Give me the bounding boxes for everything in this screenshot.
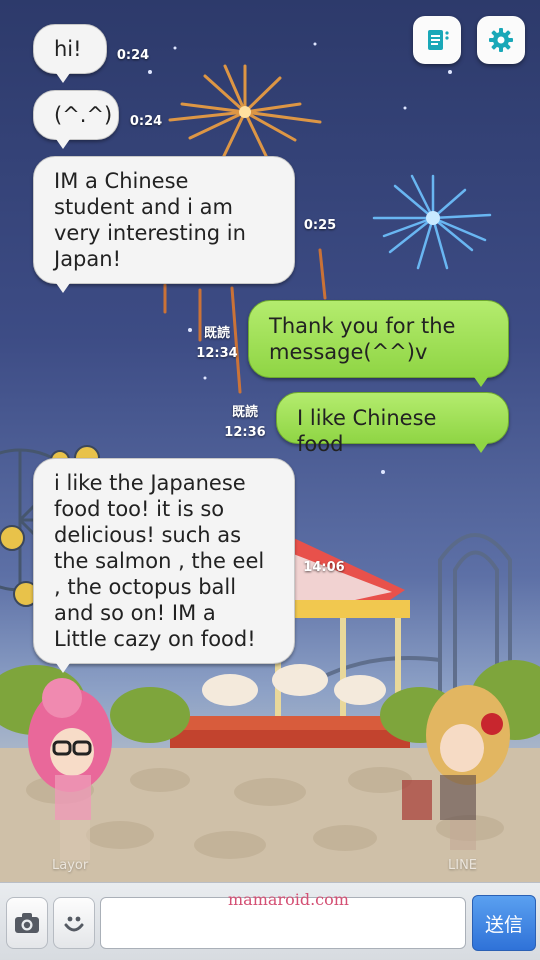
notes-button[interactable] — [413, 16, 461, 64]
message-bubble-incoming[interactable]: IM a Chinese student and i am very inter… — [33, 156, 295, 293]
message-bubble-outgoing[interactable]: Thank you for the message(^^)v — [248, 300, 509, 387]
smiley-icon — [64, 916, 84, 932]
message-time: 14:06 — [303, 560, 345, 575]
gear-icon — [489, 28, 513, 52]
message-bubble-incoming[interactable]: i like the Japanese food too! it is so d… — [33, 458, 295, 673]
message-text: Thank you for the message(^^)v — [269, 314, 456, 364]
avatar-left[interactable] — [25, 680, 120, 865]
settings-button[interactable] — [477, 16, 525, 64]
message-time: 0:24 — [129, 114, 163, 129]
watermark: mamaroid.com — [228, 890, 349, 909]
message-time: 0:24 — [116, 48, 150, 63]
message-bubble-incoming[interactable]: (^.^) — [33, 90, 119, 149]
notes-icon — [428, 30, 449, 50]
camera-button[interactable] — [6, 897, 48, 949]
message-text: I like Chinese food — [297, 406, 437, 456]
message-time: 12:34 — [196, 346, 238, 361]
read-receipt: 既読 12:36 — [220, 403, 270, 443]
avatar-name-left: Layor — [52, 858, 89, 873]
read-receipt: 既読 12:34 — [192, 324, 242, 364]
message-text: hi! — [54, 37, 82, 61]
message-text: i like the Japanese food too! it is so d… — [54, 471, 265, 651]
message-bubble-outgoing[interactable]: I like Chinese food — [276, 392, 509, 456]
read-label: 既読 — [203, 326, 230, 341]
send-button[interactable]: 送信 — [472, 895, 536, 951]
message-text: (^.^) — [54, 103, 113, 127]
message-time: 12:36 — [224, 425, 266, 440]
read-label: 既読 — [231, 405, 258, 420]
avatar-name-right: LINE — [448, 858, 478, 873]
camera-icon — [15, 913, 39, 933]
message-text: IM a Chinese student and i am very inter… — [54, 169, 246, 271]
chat-screen: hi! 0:24 (^.^) 0:24 IM a Chinese student… — [0, 0, 540, 960]
avatar-right[interactable] — [400, 680, 520, 865]
emoji-button[interactable] — [53, 897, 95, 949]
message-time: 0:25 — [303, 218, 337, 233]
message-bubble-incoming[interactable]: hi! — [33, 24, 107, 83]
